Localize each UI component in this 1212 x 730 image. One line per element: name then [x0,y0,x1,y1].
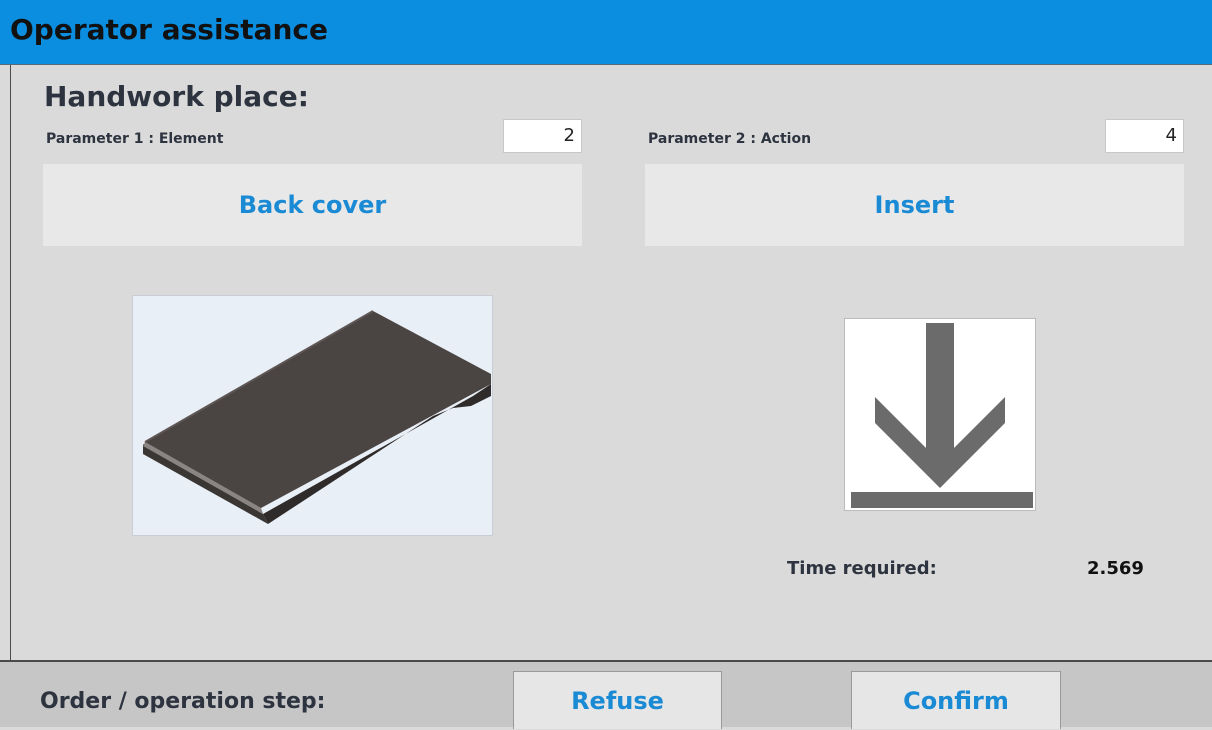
footer-bar: Order / operation step: Refuse Confirm [0,660,1212,729]
refuse-button[interactable]: Refuse [513,671,722,729]
title-bar: Operator assistance [0,0,1212,65]
insert-down-arrow-icon [844,318,1036,511]
window-title: Operator assistance [10,13,329,46]
order-step-label: Order / operation step: [40,689,326,714]
time-required-label: Time required: [787,558,937,579]
parameter-2-value-field[interactable]: 4 [1105,119,1184,153]
back-cover-part-image [132,295,493,536]
confirm-button[interactable]: Confirm [851,671,1061,729]
time-required-value: 2.569 [1087,558,1144,579]
parameter-1-value-field[interactable]: 2 [503,119,582,153]
page-heading: Handwork place: [44,80,309,113]
element-name-display: Back cover [43,164,582,246]
action-name-display: Insert [645,164,1184,246]
parameter-2-label: Parameter 2 : Action [648,131,812,147]
parameter-1-label: Parameter 1 : Element [46,131,224,147]
